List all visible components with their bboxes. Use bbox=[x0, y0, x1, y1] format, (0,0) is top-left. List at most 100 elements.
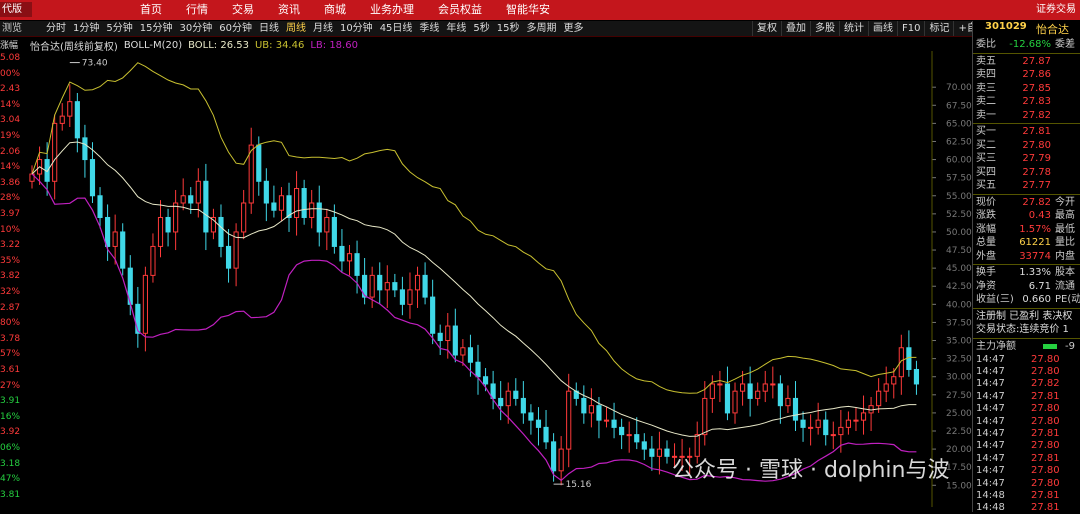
ask-row-value: 27.83 bbox=[1022, 96, 1051, 107]
boll-upper-line bbox=[31, 62, 917, 394]
tick-price: 27.80 bbox=[1031, 415, 1060, 427]
candle-up bbox=[505, 390, 511, 407]
period-tab-4[interactable]: 30分钟 bbox=[179, 21, 212, 36]
tick-price: 27.80 bbox=[1031, 365, 1060, 377]
candle-up bbox=[755, 390, 761, 399]
tick-time: 14:47 bbox=[976, 452, 1005, 464]
nav-item-2[interactable]: 交易 bbox=[232, 0, 254, 20]
y-tick-label: 52.50 bbox=[946, 210, 972, 220]
period-tab-1[interactable]: 1分钟 bbox=[73, 21, 99, 36]
mode-selector[interactable]: 代版 bbox=[0, 2, 32, 17]
period-tab-6[interactable]: 日线 bbox=[259, 21, 279, 36]
bid-row: 买二 27.80 bbox=[973, 139, 1080, 152]
stat-row-value: 1.57% bbox=[1019, 223, 1051, 235]
nav-item-1[interactable]: 行情 bbox=[186, 0, 208, 20]
tool-button-6[interactable]: 标记 bbox=[924, 21, 953, 36]
candle-up bbox=[293, 188, 300, 218]
period-tab-5[interactable]: 60分钟 bbox=[219, 21, 252, 36]
ask-row: 卖一 27.82 bbox=[973, 109, 1080, 122]
tick-row: 14:47 27.80 bbox=[973, 354, 1080, 366]
period-tab-16[interactable]: 更多 bbox=[564, 21, 584, 36]
divider bbox=[973, 264, 1080, 265]
candle-up bbox=[566, 390, 572, 450]
y-tick-label: 25.00 bbox=[946, 409, 972, 419]
nav-item-5[interactable]: 业务办理 bbox=[370, 0, 414, 20]
ask-row-label: 卖一 bbox=[976, 109, 996, 121]
tick-row: 14:47 27.81 bbox=[973, 391, 1080, 403]
tick-price: 27.80 bbox=[1031, 440, 1060, 452]
nav-item-0[interactable]: 首页 bbox=[140, 0, 162, 20]
tick-price: 27.80 bbox=[1031, 353, 1060, 365]
nav-item-6[interactable]: 会员权益 bbox=[438, 0, 482, 20]
candle-up bbox=[891, 376, 897, 385]
tick-row: 14:48 27.81 bbox=[973, 490, 1080, 502]
period-tab-11[interactable]: 季线 bbox=[419, 21, 439, 36]
tick-time: 14:47 bbox=[976, 378, 1005, 390]
period-tab-15[interactable]: 多周期 bbox=[527, 21, 557, 36]
bid-row-value: 27.80 bbox=[1022, 139, 1051, 151]
stat-row: 外盘 33774 内盘 bbox=[973, 250, 1080, 263]
candle-down bbox=[97, 195, 103, 218]
period-tab-9[interactable]: 10分钟 bbox=[340, 21, 373, 36]
divider bbox=[973, 307, 1080, 309]
divider bbox=[973, 52, 1080, 54]
candle-down bbox=[581, 397, 587, 414]
candle-down bbox=[74, 101, 80, 139]
tool-button-4[interactable]: 画线 bbox=[868, 21, 897, 36]
tool-button-0[interactable]: 复权 bbox=[752, 21, 781, 36]
stat-row-value: 27.82 bbox=[1022, 196, 1051, 208]
boll-indicator-name[interactable]: BOLL-M(20) bbox=[124, 40, 182, 51]
y-tick-label: 55.00 bbox=[946, 192, 972, 202]
candle-down bbox=[913, 368, 920, 385]
tick-time: 14:47 bbox=[976, 365, 1005, 377]
candle-up bbox=[785, 397, 791, 407]
candle-up bbox=[732, 390, 738, 414]
y-tick-label: 70.00 bbox=[946, 83, 972, 93]
stock-period-title: 怡合达(周线前复权) bbox=[30, 42, 118, 53]
stat2-row: 收益(三) 0.660 PE(动 bbox=[973, 293, 1080, 306]
period-tab-12[interactable]: 年线 bbox=[446, 21, 466, 36]
boll-mid-value: BOLL: 26.53 bbox=[188, 40, 249, 51]
candle-down bbox=[467, 347, 474, 363]
stat2-row: 净资 6.71 流通 bbox=[973, 280, 1080, 293]
kline-chart[interactable]: 70.00 67.50 65.00 62.50 60.00 57.50 55.00 52.50… bbox=[0, 37, 972, 512]
candle-up bbox=[830, 434, 836, 437]
period-tab-10[interactable]: 45日线 bbox=[380, 21, 413, 36]
candle-up bbox=[626, 434, 632, 437]
stat-row: 总量 61221 量比 bbox=[973, 236, 1080, 249]
tool-button-2[interactable]: 多股 bbox=[810, 21, 839, 36]
ask-row-label: 卖四 bbox=[976, 69, 996, 80]
period-tab-7[interactable]: 周线 bbox=[286, 21, 306, 36]
ask-row-label: 卖三 bbox=[976, 82, 996, 94]
period-tab-3[interactable]: 15分钟 bbox=[140, 21, 173, 36]
nav-item-3[interactable]: 资讯 bbox=[278, 0, 300, 20]
tool-button-5[interactable]: F10 bbox=[897, 21, 924, 36]
candle-up bbox=[324, 216, 330, 233]
candle-down bbox=[520, 397, 526, 414]
watermark: 公众号 · 雪球 · dolphin与波 bbox=[672, 458, 950, 483]
y-tick-label: 20.00 bbox=[946, 445, 972, 455]
nav-item-4[interactable]: 商城 bbox=[324, 0, 346, 20]
period-tab-13[interactable]: 5秒 bbox=[473, 21, 489, 36]
candle-up bbox=[815, 419, 821, 428]
tool-button-3[interactable]: 统计 bbox=[839, 21, 868, 36]
main-flow-row: 主力净额 -9 bbox=[973, 340, 1080, 353]
candle-up bbox=[309, 202, 315, 218]
stat2-row-label: 收益(三) bbox=[976, 294, 1014, 305]
period-tab-0[interactable]: 分时 bbox=[46, 21, 66, 36]
candle-down bbox=[422, 274, 428, 298]
y-tick-label: 15.00 bbox=[946, 481, 972, 491]
period-tab-14[interactable]: 15秒 bbox=[497, 21, 520, 36]
period-tab-8[interactable]: 月线 bbox=[313, 21, 333, 36]
stat2-row: 换手 1.33% 股本 bbox=[973, 266, 1080, 279]
bid-row: 买三 27.79 bbox=[973, 152, 1080, 165]
securities-trade-link[interactable]: 证券交易 bbox=[1036, 0, 1076, 20]
stat-row-right: 最低 bbox=[1055, 223, 1075, 235]
quote-panel: 301029 怡合达 委比 -12.68% 委差 卖五 27.87 卖四 27.86 卖三 27… bbox=[972, 21, 1080, 513]
stat-row-right: 量比 bbox=[1055, 237, 1075, 248]
boll-mid-line bbox=[31, 141, 917, 437]
tick-price: 27.81 bbox=[1031, 452, 1060, 464]
nav-item-7[interactable]: 智能华安 bbox=[506, 0, 550, 20]
period-tab-2[interactable]: 5分钟 bbox=[106, 21, 132, 36]
tool-button-1[interactable]: 叠加 bbox=[781, 21, 810, 36]
